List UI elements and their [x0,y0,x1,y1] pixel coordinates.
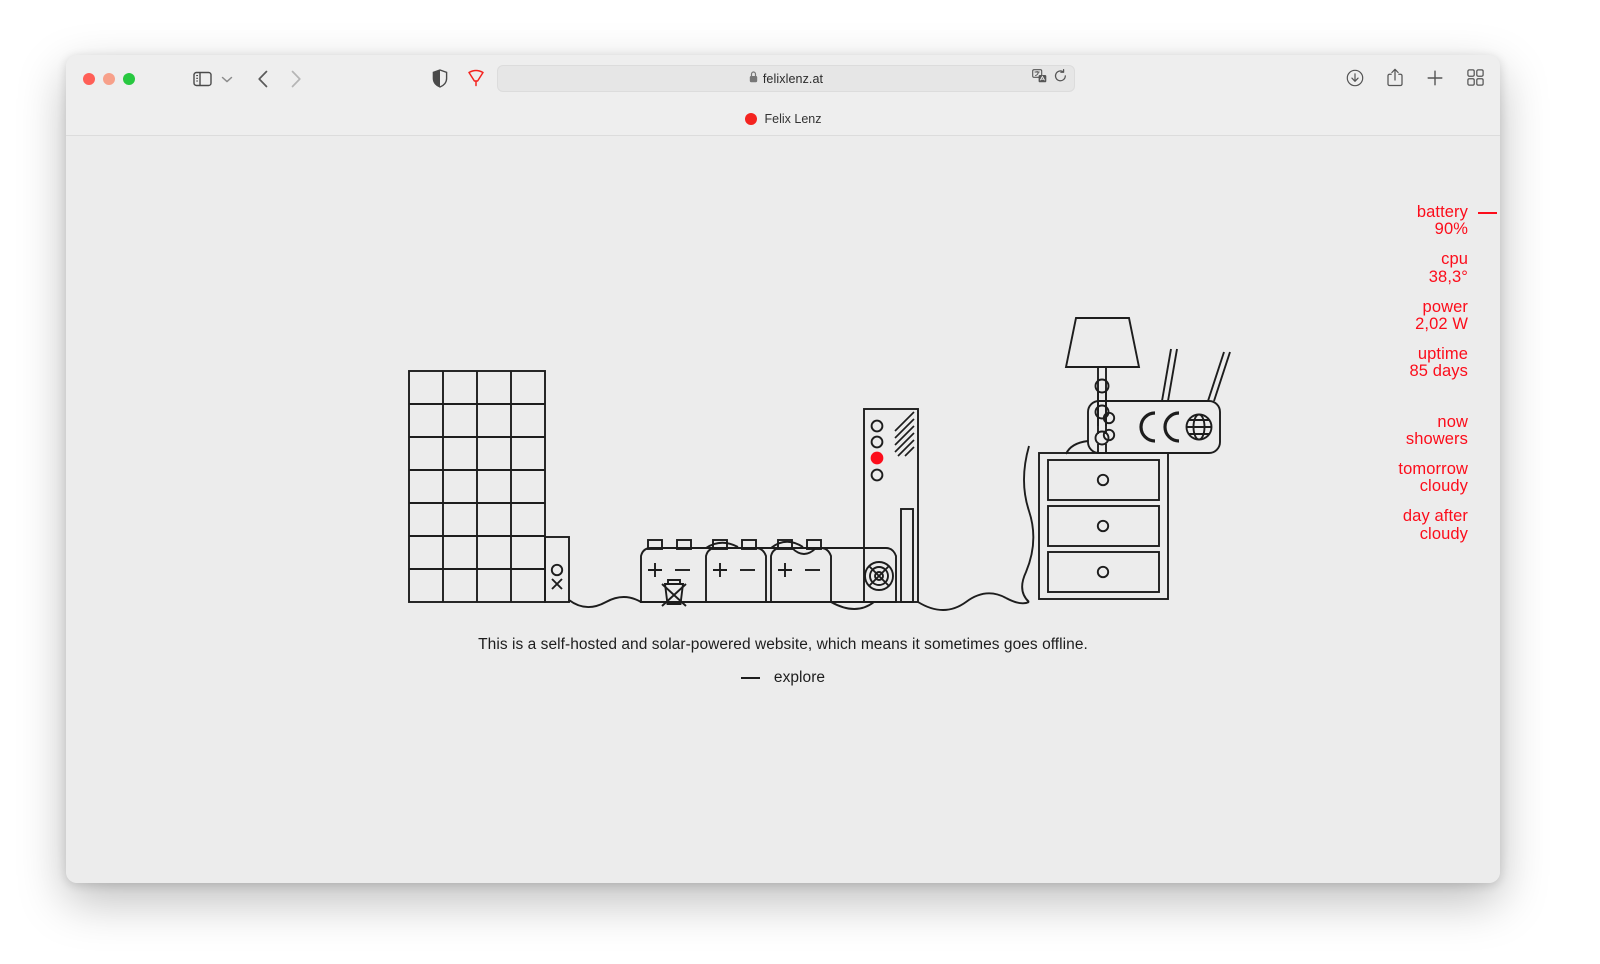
dresser-cable [1021,445,1035,603]
red-circle-favicon [744,113,757,125]
browser-window: felixlenz.at Felix Lenz battery 90% cpu … [66,55,1500,883]
explore-row: explore [66,669,1500,687]
off-grid-setup-illustration [408,317,1231,611]
wiper-icon[interactable] [466,69,486,87]
explore-link[interactable]: explore [774,669,825,687]
translate-icon[interactable] [1032,69,1047,88]
charge-controller-icon [544,536,570,603]
wire-battery-to-server [830,601,875,610]
router-power-lead [1065,440,1089,455]
share-icon[interactable] [1387,68,1403,87]
dresser-icon [1038,452,1169,600]
tab-felix-lenz[interactable]: Felix Lenz [735,109,832,129]
page-tagline: This is a self-hosted and solar-powered … [478,636,1088,653]
browser-toolbar: felixlenz.at [66,55,1500,103]
downloads-icon[interactable] [1346,69,1364,87]
battery-icon-3 [770,539,897,603]
chevron-down-icon[interactable] [221,75,233,84]
tab-strip: Felix Lenz [66,103,1500,136]
window-controls [83,73,135,85]
server-tower-icon [863,408,919,603]
tab-title: Felix Lenz [764,112,822,126]
floor-lamp-icon [1064,317,1141,453]
reload-icon[interactable] [1054,68,1067,88]
shield-icon[interactable] [432,69,448,88]
maximize-window-button[interactable] [123,73,135,85]
screenshot-root: felixlenz.at Felix Lenz battery 90% cpu … [0,0,1600,964]
explore-dash-icon [740,677,760,679]
forward-arrow-icon[interactable] [290,70,302,88]
wire-server-to-dresser [917,592,1007,611]
wire-controller-to-battery [568,596,642,608]
minimize-window-button[interactable] [103,73,115,85]
tab-overview-icon[interactable] [1467,69,1484,86]
close-window-button[interactable] [83,73,95,85]
address-bar-actions [1032,66,1067,91]
new-tab-icon[interactable] [1426,69,1444,87]
lock-icon [749,70,758,88]
address-bar[interactable]: felixlenz.at [497,65,1075,92]
address-text: felixlenz.at [762,71,824,86]
back-arrow-icon[interactable] [257,70,269,88]
sidebar-icon[interactable] [193,71,212,87]
solar-panel-icon [408,370,546,603]
toolbar-right-actions [1346,68,1484,87]
page-content: battery 90% cpu 38,3° power 2,02 W uptim… [66,136,1500,883]
